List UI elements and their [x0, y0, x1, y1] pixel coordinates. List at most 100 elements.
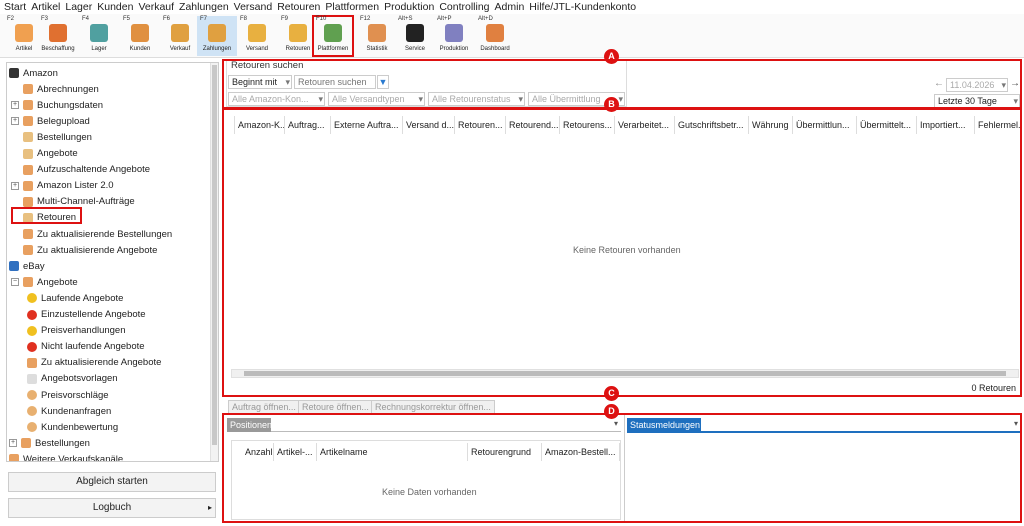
- statistics-icon: [368, 24, 386, 42]
- toolbar-dashboard-button[interactable]: Alt+D Dashboard: [475, 16, 515, 56]
- chevron-down-icon[interactable]: ▾: [1014, 419, 1018, 428]
- column-header[interactable]: Retourengrund: [468, 443, 542, 461]
- package-icon: [248, 24, 266, 42]
- column-header[interactable]: Amazon-Bestell...: [542, 443, 620, 461]
- shortcut-key: F10: [316, 16, 327, 22]
- expand-icon[interactable]: +: [9, 439, 17, 448]
- toolbar-service-button[interactable]: Alt+S Service: [395, 16, 435, 56]
- menu-item-10[interactable]: Controlling: [439, 1, 489, 13]
- sync-button[interactable]: Abgleich starten: [8, 472, 216, 492]
- tree-item[interactable]: Zu aktualisierende Angebote: [11, 242, 157, 258]
- menu-item-0[interactable]: Start: [4, 1, 26, 13]
- tree-item[interactable]: + Amazon Lister 2.0: [11, 178, 114, 194]
- tree-item[interactable]: − Angebote: [11, 274, 78, 290]
- tree-item-label: Preisvorschläge: [41, 389, 109, 401]
- tree-item[interactable]: + Belegupload: [11, 113, 90, 129]
- toolbar-kunden-button[interactable]: F5 Kunden: [120, 16, 160, 56]
- tree-item[interactable]: Kundenanfragen: [27, 403, 111, 419]
- badge-b: B: [604, 97, 619, 112]
- menu-item-3[interactable]: Kunden: [97, 1, 133, 13]
- expand-icon[interactable]: −: [11, 278, 19, 287]
- toolbar-versand-button[interactable]: F8 Versand: [237, 16, 277, 56]
- menu-item-2[interactable]: Lager: [65, 1, 92, 13]
- warehouse-icon: [90, 24, 108, 42]
- shortcut-key: Alt+D: [478, 16, 493, 22]
- tree-item-label: Einzustellende Angebote: [41, 309, 146, 320]
- tree-item[interactable]: Preisverhandlungen: [27, 323, 126, 339]
- tree-item[interactable]: Amazon: [9, 65, 58, 81]
- tree-item[interactable]: Bestellungen: [11, 129, 92, 145]
- log-button[interactable]: Logbuch ▸: [8, 498, 216, 518]
- document-icon: [23, 277, 33, 288]
- shortcut-key: F8: [240, 16, 248, 22]
- toolbar-lager-button[interactable]: F4 Lager: [79, 16, 119, 56]
- tree-item[interactable]: Angebotsvorlagen: [27, 371, 118, 387]
- open-return-button[interactable]: Retoure öffnen...: [298, 400, 373, 414]
- person-icon: [131, 24, 149, 42]
- tree-item[interactable]: Nicht laufende Angebote: [27, 339, 145, 355]
- column-header[interactable]: Artikelname: [317, 443, 468, 461]
- shortcut-key: F6: [163, 16, 171, 22]
- open-order-button[interactable]: Auftrag öffnen...: [228, 400, 300, 414]
- tree-item[interactable]: + Buchungsdaten: [11, 97, 103, 113]
- menu-item-6[interactable]: Versand: [234, 1, 273, 13]
- menu-item-1[interactable]: Artikel: [31, 1, 60, 13]
- tree-item[interactable]: Weitere Verkaufskanäle: [9, 451, 123, 461]
- tree-item[interactable]: + Bestellungen: [9, 435, 90, 451]
- tab-status-messages[interactable]: Statusmeldungen: [627, 418, 701, 432]
- rating-icon: [27, 422, 37, 433]
- tree-item[interactable]: Zu aktualisierende Bestellungen: [11, 226, 172, 242]
- tree-item-label: Angebote: [37, 148, 78, 159]
- shortcut-key: F12: [360, 16, 371, 22]
- open-credit-note-button[interactable]: Rechnungskorrektur öffnen...: [371, 400, 495, 414]
- chevron-down-icon[interactable]: ▾: [614, 419, 618, 428]
- template-icon: [27, 373, 37, 384]
- tree-scrollbar[interactable]: [210, 63, 218, 461]
- menu-item-9[interactable]: Produktion: [384, 1, 434, 13]
- tree-item-label: Zu aktualisierende Bestellungen: [37, 228, 173, 240]
- tree-item[interactable]: Angebote: [11, 146, 78, 162]
- tree-item[interactable]: Laufende Angebote: [27, 290, 123, 306]
- badge-d: D: [604, 404, 619, 419]
- menu-item-11[interactable]: Admin: [495, 1, 525, 13]
- tree-item-label: Aufzuschaltende Angebote: [37, 164, 151, 176]
- column-header[interactable]: Anzahl: [242, 443, 274, 461]
- toolbar-zahlungen-button[interactable]: F7 Zahlungen: [197, 16, 237, 56]
- menu-item-8[interactable]: Plattformen: [325, 1, 379, 13]
- expand-icon[interactable]: +: [11, 181, 19, 190]
- tree-item[interactable]: Einzustellende Angebote: [27, 307, 146, 323]
- tree-item-label: Buchungsdaten: [37, 99, 104, 111]
- document-icon: [23, 116, 33, 127]
- menu-item-12[interactable]: Hilfe/JTL-Kundenkonto: [529, 1, 636, 13]
- tree-item[interactable]: Zu aktualisierende Angebote: [27, 355, 161, 371]
- tree-item-label: Kundenbewertung: [41, 421, 119, 433]
- tree-item-label: Angebotsvorlagen: [41, 373, 118, 385]
- navigation-tree[interactable]: Amazon Abrechnungen + Buchungsdaten + Belegup…: [6, 62, 219, 462]
- running-icon: [27, 293, 37, 304]
- toolbar: F2 Artikel F3 Beschaffung F4 Lager F5 Kunden F6 V…: [0, 14, 1024, 58]
- tree-item[interactable]: Kundenbewertung: [27, 419, 118, 435]
- tree-item[interactable]: eBay: [9, 258, 45, 274]
- toolbar-beschaffung-button[interactable]: F3 Beschaffung: [38, 16, 78, 56]
- section-d: Positionen ▾ Keine Daten vorhanden Anzah…: [222, 413, 1022, 523]
- lister-icon: [23, 180, 33, 191]
- expand-icon[interactable]: +: [11, 117, 19, 126]
- toolbar-produktion-button[interactable]: Alt+P Produktion: [434, 16, 474, 56]
- document-icon: [23, 164, 33, 175]
- refresh-icon: [27, 357, 37, 368]
- column-header[interactable]: Artikel-...: [274, 443, 317, 461]
- toolbar-plattformen-button[interactable]: F10 Plattformen: [312, 15, 354, 57]
- tree-item-label: Laufende Angebote: [41, 292, 124, 304]
- tree-item[interactable]: Abrechnungen: [11, 81, 99, 97]
- circle-icon: [27, 309, 37, 320]
- tab-positions[interactable]: Positionen: [227, 418, 272, 432]
- menu-item-5[interactable]: Zahlungen: [179, 1, 229, 13]
- tree-item[interactable]: Preisvorschläge: [27, 387, 109, 403]
- menu-item-7[interactable]: Retouren: [277, 1, 320, 13]
- document-icon: [23, 100, 33, 111]
- tree-item-label: Multi-Channel-Aufträge: [37, 196, 135, 208]
- expand-icon[interactable]: +: [11, 101, 19, 110]
- badge-a: A: [604, 49, 619, 64]
- menu-item-4[interactable]: Verkauf: [138, 1, 174, 13]
- tree-item[interactable]: Aufzuschaltende Angebote: [11, 162, 150, 178]
